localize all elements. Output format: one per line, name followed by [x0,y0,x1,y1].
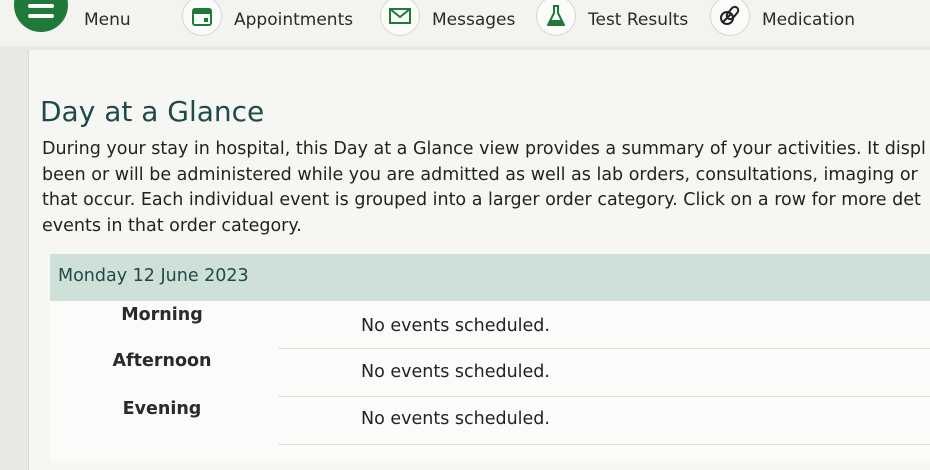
intro-line: events in that order category. [42,215,302,236]
events-status: No events scheduled. [361,362,550,382]
intro-line: During your stay in hospital, this Day a… [42,139,926,159]
row-divider [278,444,930,445]
date-label: Monday 12 June 2023 [58,266,249,286]
nav-messages[interactable]: Messages [380,0,515,40]
envelope-icon [380,0,420,36]
top-nav: Menu Appointments Messages Test Results … [0,0,930,46]
events-status: No events scheduled. [361,316,550,336]
intro-line: that occur. Each individual event is gro… [42,190,921,210]
period-label: Morning [121,305,203,325]
period-label: Afternoon [112,351,212,371]
pills-icon [710,0,750,36]
nav-appointments-label: Appointments [234,10,354,30]
period-label: Evening [122,399,202,419]
nav-medication[interactable]: Medication [710,0,855,40]
hamburger-icon-bar [28,4,54,8]
nav-medication-label: Medication [762,10,855,30]
row-divider [278,396,930,397]
menu-label-text: Menu [84,10,131,30]
calendar-icon [182,0,222,36]
nav-appointments[interactable]: Appointments [182,0,353,40]
events-status: No events scheduled. [361,409,550,429]
nav-test-results[interactable]: Test Results [536,0,688,40]
hamburger-icon-bar [28,14,54,18]
nav-test-results-label: Test Results [588,10,689,30]
page-title: Day at a Glance [40,94,265,128]
flask-icon [536,0,576,36]
menu-label[interactable]: Menu [84,0,131,40]
menu-button[interactable] [14,0,68,32]
row-divider [278,348,930,349]
intro-paragraph: During your stay in hospital, this Day a… [42,137,930,239]
nav-messages-label: Messages [432,10,516,30]
intro-line: been or will be administered while you a… [42,164,918,185]
